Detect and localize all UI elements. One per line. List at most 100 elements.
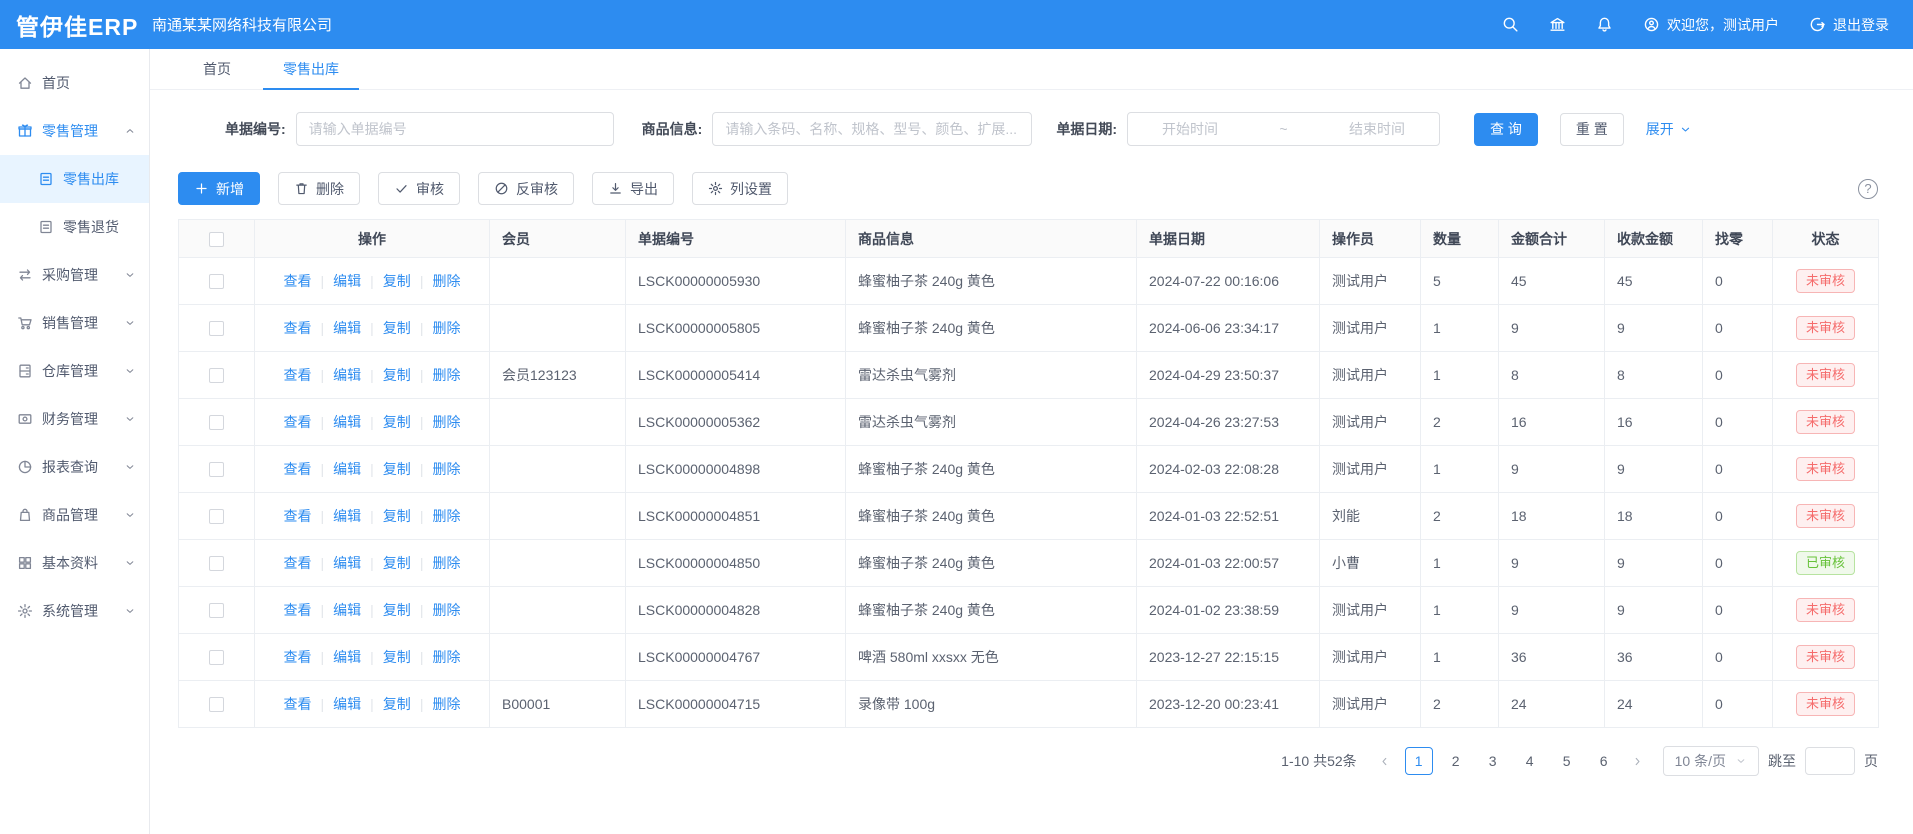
copy-link[interactable]: 复制 (383, 367, 411, 383)
row-checkbox[interactable] (209, 509, 224, 524)
sidebar-item-label: 采购管理 (42, 265, 98, 285)
next-page-button[interactable] (1627, 747, 1649, 775)
sidebar-item-warehouse-management[interactable]: 仓库管理 (0, 347, 149, 395)
copy-link[interactable]: 复制 (383, 602, 411, 618)
sidebar-item-sales-management[interactable]: 销售管理 (0, 299, 149, 347)
delete-link[interactable]: 删除 (432, 508, 460, 524)
sidebar-item-basic-data[interactable]: 基本资料 (0, 539, 149, 587)
delete-link[interactable]: 删除 (432, 320, 460, 336)
chevron-down-icon (124, 413, 136, 425)
edit-link[interactable]: 编辑 (333, 555, 361, 571)
tab-home[interactable]: 首页 (183, 49, 251, 89)
jump-page-input[interactable] (1805, 747, 1855, 775)
product-info-input[interactable] (712, 112, 1032, 146)
edit-link[interactable]: 编辑 (333, 602, 361, 618)
edit-link[interactable]: 编辑 (333, 508, 361, 524)
copy-link[interactable]: 复制 (383, 320, 411, 336)
copy-link[interactable]: 复制 (383, 461, 411, 477)
bill-no-input[interactable] (296, 112, 614, 146)
row-checkbox[interactable] (209, 368, 224, 383)
copy-link[interactable]: 复制 (383, 273, 411, 289)
view-link[interactable]: 查看 (284, 273, 312, 289)
row-checkbox[interactable] (209, 274, 224, 289)
audit-button[interactable]: 审核 (378, 172, 460, 205)
column-header-member: 会员 (490, 220, 626, 258)
sidebar-item-report-query[interactable]: 报表查询 (0, 443, 149, 491)
view-link[interactable]: 查看 (284, 602, 312, 618)
copy-link[interactable]: 复制 (383, 508, 411, 524)
view-link[interactable]: 查看 (284, 414, 312, 430)
edit-link[interactable]: 编辑 (333, 273, 361, 289)
view-link[interactable]: 查看 (284, 649, 312, 665)
sidebar-item-retail-returns[interactable]: 零售退货 (0, 203, 149, 251)
edit-link[interactable]: 编辑 (333, 461, 361, 477)
delete-link[interactable]: 删除 (432, 367, 460, 383)
sidebar-item-retail-outbound[interactable]: 零售出库 (0, 155, 149, 203)
edit-link[interactable]: 编辑 (333, 649, 361, 665)
welcome-user[interactable]: 欢迎您，测试用户 (1643, 15, 1779, 35)
page-button-6[interactable]: 6 (1590, 747, 1618, 775)
copy-link[interactable]: 复制 (383, 696, 411, 712)
unaudit-button[interactable]: 反审核 (478, 172, 574, 205)
edit-link[interactable]: 编辑 (333, 367, 361, 383)
add-button[interactable]: 新增 (178, 172, 260, 205)
copy-link[interactable]: 复制 (383, 555, 411, 571)
delete-button[interactable]: 删除 (278, 172, 360, 205)
row-checkbox[interactable] (209, 462, 224, 477)
sidebar-item-home[interactable]: 首页 (0, 59, 149, 107)
search-button[interactable]: 查 询 (1474, 113, 1538, 146)
column-settings-button[interactable]: 列设置 (692, 172, 788, 205)
page-button-3[interactable]: 3 (1479, 747, 1507, 775)
copy-link[interactable]: 复制 (383, 414, 411, 430)
copy-link[interactable]: 复制 (383, 649, 411, 665)
expand-button[interactable]: 展开 (1646, 119, 1692, 139)
status-badge: 未审核 (1796, 645, 1855, 670)
view-link[interactable]: 查看 (284, 555, 312, 571)
help-icon[interactable]: ? (1858, 179, 1878, 199)
delete-link[interactable]: 删除 (432, 273, 460, 289)
sidebar-item-retail-management[interactable]: 零售管理 (0, 107, 149, 155)
edit-link[interactable]: 编辑 (333, 696, 361, 712)
row-checkbox[interactable] (209, 697, 224, 712)
date-range-picker[interactable]: 开始时间 ~ 结束时间 (1127, 112, 1440, 146)
export-button[interactable]: 导出 (592, 172, 674, 205)
row-checkbox[interactable] (209, 556, 224, 571)
view-link[interactable]: 查看 (284, 696, 312, 712)
logout-button[interactable]: 退出登录 (1809, 15, 1889, 35)
delete-link[interactable]: 删除 (432, 555, 460, 571)
edit-link[interactable]: 编辑 (333, 414, 361, 430)
view-link[interactable]: 查看 (284, 367, 312, 383)
delete-link[interactable]: 删除 (432, 602, 460, 618)
page-button-1[interactable]: 1 (1405, 747, 1433, 775)
view-link[interactable]: 查看 (284, 508, 312, 524)
search-icon[interactable] (1502, 16, 1519, 33)
row-checkbox[interactable] (209, 603, 224, 618)
sidebar-item-finance-management[interactable]: 财务管理 (0, 395, 149, 443)
received-cell: 9 (1605, 305, 1703, 352)
tab-retail-outbound[interactable]: 零售出库 (263, 49, 359, 89)
delete-link[interactable]: 删除 (432, 696, 460, 712)
page-button-5[interactable]: 5 (1553, 747, 1581, 775)
view-link[interactable]: 查看 (284, 320, 312, 336)
bank-icon[interactable] (1549, 16, 1566, 33)
page-button-4[interactable]: 4 (1516, 747, 1544, 775)
bell-icon[interactable] (1596, 16, 1613, 33)
delete-link[interactable]: 删除 (432, 649, 460, 665)
prev-page-button[interactable] (1374, 747, 1396, 775)
select-all-checkbox[interactable] (209, 232, 224, 247)
member-cell (490, 587, 626, 634)
delete-link[interactable]: 删除 (432, 461, 460, 477)
delete-link[interactable]: 删除 (432, 414, 460, 430)
reset-button[interactable]: 重 置 (1560, 113, 1624, 146)
row-checkbox[interactable] (209, 321, 224, 336)
page-button-2[interactable]: 2 (1442, 747, 1470, 775)
edit-link[interactable]: 编辑 (333, 320, 361, 336)
sidebar-item-purchase-management[interactable]: 采购管理 (0, 251, 149, 299)
row-checkbox[interactable] (209, 650, 224, 665)
page-size-select[interactable]: 10 条/页 (1663, 746, 1759, 776)
view-link[interactable]: 查看 (284, 461, 312, 477)
sidebar-item-system-management[interactable]: 系统管理 (0, 587, 149, 635)
column-header-status: 状态 (1773, 220, 1879, 258)
sidebar-item-product-management[interactable]: 商品管理 (0, 491, 149, 539)
row-checkbox[interactable] (209, 415, 224, 430)
